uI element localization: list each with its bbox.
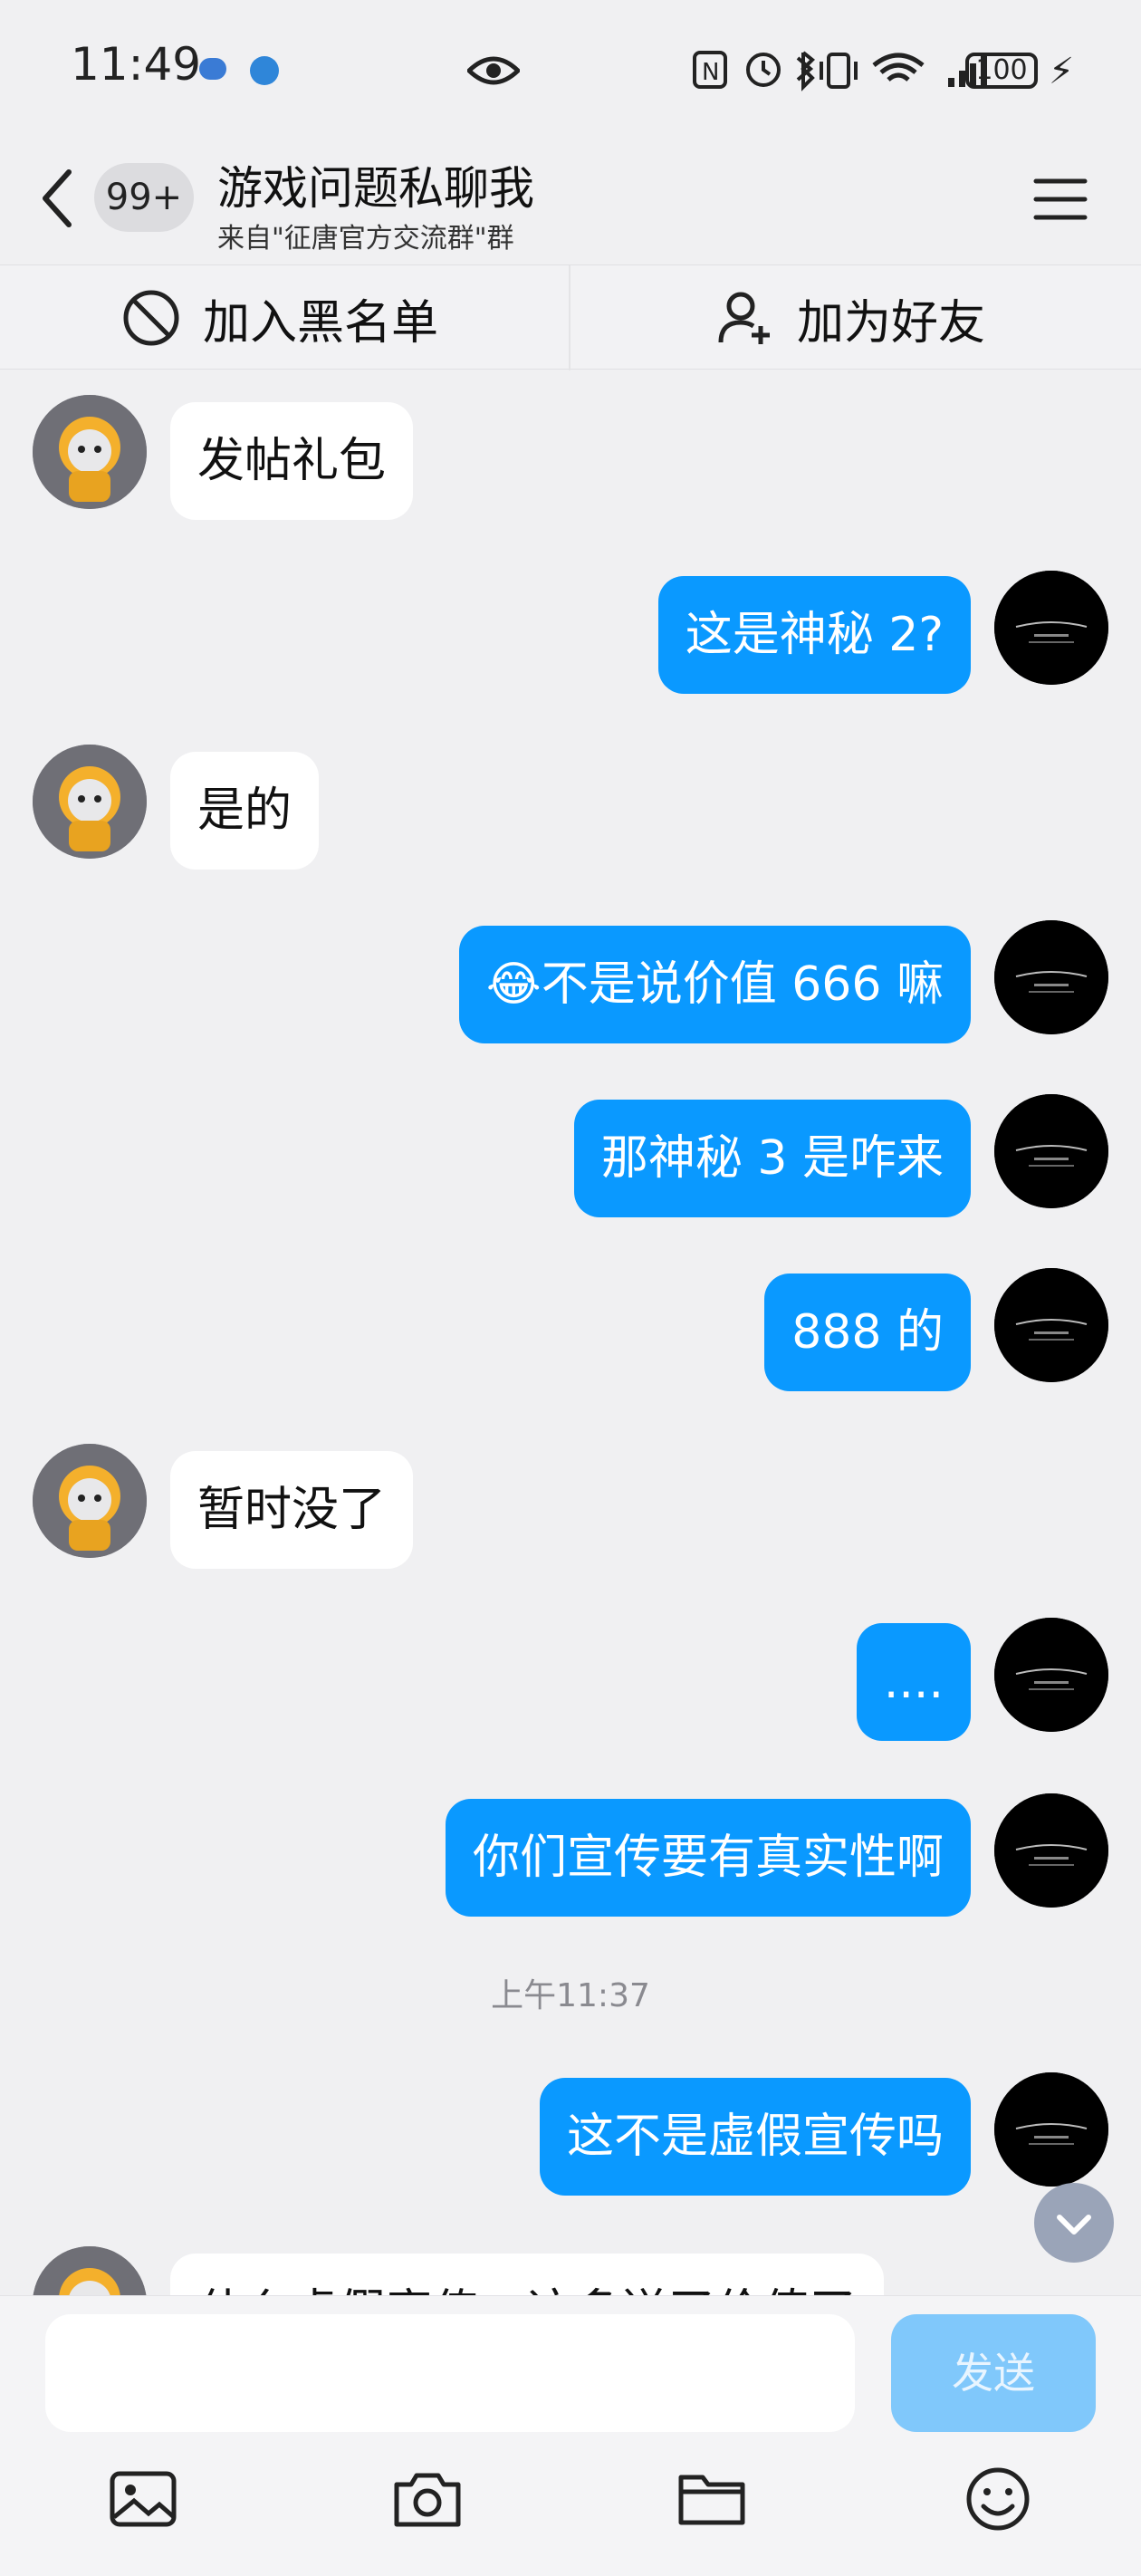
add-friend-icon [718, 292, 770, 344]
peer-avatar[interactable] [33, 395, 147, 509]
emoji-icon[interactable] [962, 2463, 1034, 2535]
message-bubble-incoming[interactable]: 发帖礼包 [170, 402, 414, 520]
chat-subtitle: 来自"征唐官方交流群"群 [217, 223, 514, 255]
peer-avatar[interactable] [33, 2246, 147, 2295]
peer-avatar[interactable] [33, 745, 147, 859]
peer-avatar[interactable] [33, 1444, 147, 1558]
message-list[interactable]: 发帖礼包 这是神秘 2? 是的 😂不是说价值 666 嘛 那神秘 3 是咋来 8… [0, 371, 1141, 2295]
scroll-to-bottom-button[interactable] [1034, 2183, 1114, 2263]
message-bubble-outgoing[interactable]: .... [856, 1623, 971, 1741]
charging-icon: ⚡ [1049, 51, 1075, 92]
my-avatar[interactable] [994, 571, 1108, 685]
menu-icon[interactable] [1032, 172, 1088, 226]
message-bubble-incoming[interactable]: 什么虚假宣传，这多送了价值了 [170, 2254, 885, 2295]
message-bubble-outgoing[interactable]: 这不是虚假宣传吗 [539, 2078, 971, 2196]
message-bubble-outgoing[interactable]: 😂不是说价值 666 嘛 [458, 926, 971, 1043]
block-icon [123, 290, 179, 346]
message-input[interactable] [45, 2314, 855, 2432]
my-avatar[interactable] [994, 1793, 1108, 1908]
folder-icon[interactable] [676, 2463, 748, 2535]
status-time: 11:49 [71, 38, 202, 91]
message-timestamp: 上午11:37 [491, 1977, 650, 2014]
svg-text:N: N [702, 59, 719, 86]
message-bubble-incoming[interactable]: 是的 [170, 752, 320, 870]
my-avatar[interactable] [994, 1268, 1108, 1382]
app-notification-icon [250, 56, 279, 85]
notification-icon [199, 58, 226, 80]
message-bubble-outgoing[interactable]: 这是神秘 2? [657, 576, 971, 694]
block-label: 加入黑名单 [203, 295, 439, 351]
divider [569, 265, 570, 370]
message-bubble-outgoing[interactable]: 888 的 [764, 1274, 971, 1391]
message-bubble-outgoing[interactable]: 你们宣传要有真实性啊 [445, 1799, 971, 1917]
add-friend-label: 加为好友 [797, 295, 986, 351]
camera-icon[interactable] [391, 2463, 464, 2535]
my-avatar[interactable] [994, 2072, 1108, 2187]
chat-title: 游戏问题私聊我 [217, 162, 534, 215]
my-avatar[interactable] [994, 1094, 1108, 1208]
chevron-down-icon [1057, 2215, 1091, 2235]
my-avatar[interactable] [994, 920, 1108, 1034]
send-button[interactable]: 发送 [891, 2314, 1096, 2432]
add-friend-button[interactable]: 加为好友 [715, 265, 985, 370]
eye-icon [467, 56, 520, 85]
chat-header: 99+ 游戏问题私聊我 来自"征唐官方交流群"群 [0, 136, 1141, 263]
back-icon[interactable] [36, 167, 82, 230]
message-bubble-outgoing[interactable]: 那神秘 3 是咋来 [573, 1100, 971, 1217]
block-button[interactable]: 加入黑名单 [121, 265, 438, 370]
stranger-action-bar: 加入黑名单 加为好友 [0, 264, 1141, 370]
message-composer: 发送 [0, 2295, 1141, 2576]
battery-icon: 100 [965, 53, 1038, 89]
unread-badge[interactable]: 99+ [94, 163, 194, 232]
my-avatar[interactable] [994, 1618, 1108, 1732]
message-bubble-incoming[interactable]: 暂时没了 [170, 1451, 414, 1569]
message-text: 不是说价值 666 嘛 [541, 957, 944, 1012]
laughing-emoji-icon: 😂 [485, 957, 542, 1012]
image-icon[interactable] [107, 2463, 179, 2535]
status-bar: 11:49 N 100 ⚡ [0, 0, 1141, 136]
